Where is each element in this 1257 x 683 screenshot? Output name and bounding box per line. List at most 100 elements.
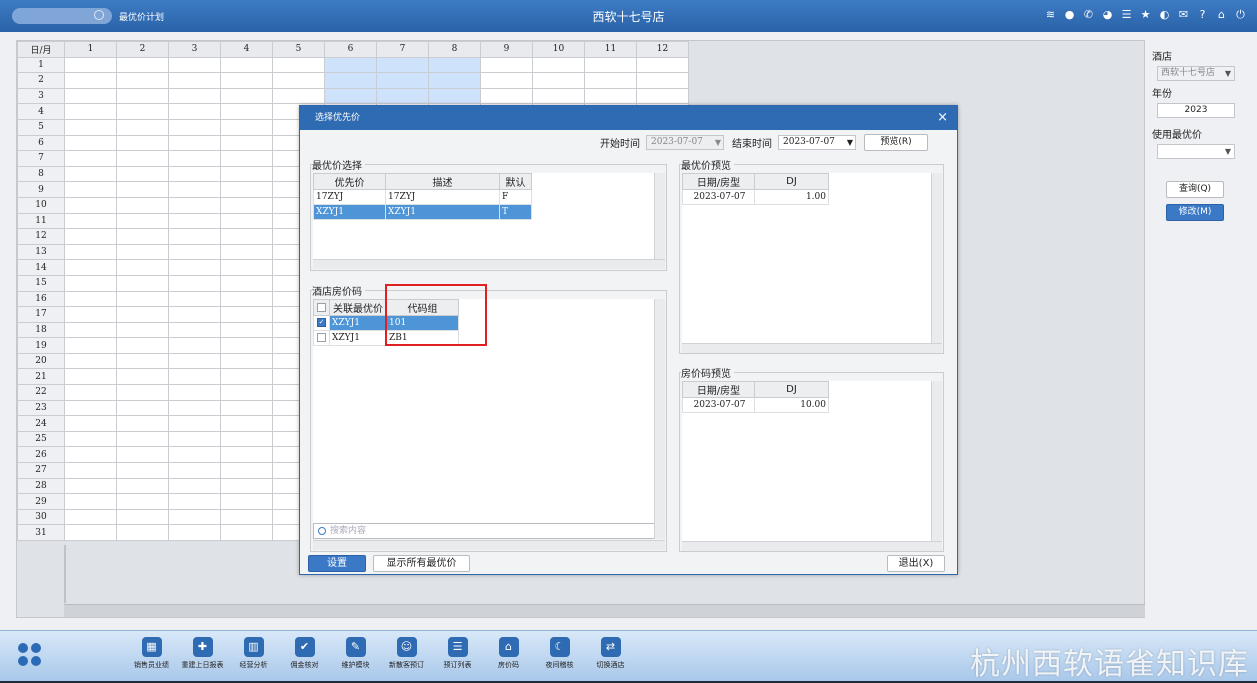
preview-button[interactable]: 预览(R) bbox=[864, 134, 928, 151]
hotel-select[interactable]: 西软十七号店 ▼ bbox=[1157, 66, 1235, 81]
grid-cell[interactable] bbox=[220, 196, 273, 214]
day-header[interactable]: 16 bbox=[17, 290, 65, 308]
wifi-icon[interactable]: ≋ bbox=[1044, 8, 1057, 21]
grid-cell[interactable] bbox=[116, 212, 169, 230]
grid-cell[interactable] bbox=[220, 368, 273, 386]
grid-cell[interactable] bbox=[376, 56, 429, 74]
grid-cell[interactable] bbox=[168, 181, 221, 198]
day-header[interactable]: 23 bbox=[17, 399, 65, 417]
day-header[interactable]: 26 bbox=[17, 446, 65, 464]
month-header[interactable]: 2 bbox=[116, 41, 169, 58]
grid-cell[interactable] bbox=[64, 212, 117, 230]
grid-cell[interactable] bbox=[272, 72, 325, 89]
grid-cell[interactable] bbox=[116, 462, 169, 479]
grid-cell[interactable] bbox=[220, 212, 273, 230]
grid-cell[interactable] bbox=[324, 87, 377, 105]
grid-cell[interactable] bbox=[116, 181, 169, 198]
month-header[interactable]: 12 bbox=[636, 41, 689, 58]
day-header[interactable]: 12 bbox=[17, 228, 65, 245]
grid-cell[interactable] bbox=[64, 290, 117, 308]
message-icon[interactable]: ● bbox=[1063, 8, 1076, 21]
grid-cell[interactable] bbox=[168, 384, 221, 401]
grid-cell[interactable] bbox=[220, 150, 273, 167]
grid-cell[interactable] bbox=[64, 384, 117, 401]
grid-cell[interactable] bbox=[64, 508, 117, 526]
grid-cell[interactable] bbox=[532, 72, 585, 89]
grid-cell[interactable] bbox=[168, 165, 221, 183]
grid-cell[interactable] bbox=[220, 290, 273, 308]
grid-cell[interactable] bbox=[220, 399, 273, 417]
grid-cell[interactable] bbox=[220, 87, 273, 105]
home-icon[interactable]: ⌂ bbox=[1215, 8, 1228, 21]
grid-cell[interactable] bbox=[168, 243, 221, 261]
month-header[interactable]: 5 bbox=[272, 41, 325, 58]
month-header[interactable]: 10 bbox=[532, 41, 585, 58]
grid-cell[interactable] bbox=[116, 56, 169, 74]
grid-cell[interactable] bbox=[116, 259, 169, 276]
grid-cell[interactable] bbox=[64, 118, 117, 136]
grid-cell[interactable] bbox=[220, 477, 273, 495]
grid-cell[interactable] bbox=[220, 134, 273, 152]
grid-cell[interactable] bbox=[220, 181, 273, 198]
grid-cell[interactable] bbox=[220, 384, 273, 401]
grid-cell[interactable] bbox=[220, 446, 273, 464]
grid-cell[interactable] bbox=[64, 306, 117, 323]
table-row-selected[interactable]: XZYJ1 XZYJ1 T bbox=[313, 204, 532, 220]
search-input[interactable]: 搜索内容 bbox=[313, 523, 655, 539]
taskbar-tool[interactable]: ☺ 新散客预订 bbox=[381, 637, 432, 670]
power-icon[interactable]: ⏻ bbox=[1234, 8, 1247, 21]
grid-cell[interactable] bbox=[636, 56, 689, 74]
month-header[interactable]: 3 bbox=[168, 41, 221, 58]
month-header[interactable]: 9 bbox=[480, 41, 533, 58]
grid-cell[interactable] bbox=[64, 337, 117, 354]
grid-cell[interactable] bbox=[116, 87, 169, 105]
grid-cell[interactable] bbox=[584, 87, 637, 105]
taskbar-tool[interactable]: ☾ 夜间稽核 bbox=[534, 637, 585, 670]
grid-cell[interactable] bbox=[168, 306, 221, 323]
grid-cell[interactable] bbox=[584, 72, 637, 89]
grid-cell[interactable] bbox=[64, 103, 117, 120]
grid-cell[interactable] bbox=[480, 56, 533, 74]
grid-cell[interactable] bbox=[168, 196, 221, 214]
day-header[interactable]: 11 bbox=[17, 212, 65, 230]
close-icon[interactable]: × bbox=[937, 106, 948, 130]
grid-cell[interactable] bbox=[64, 134, 117, 152]
grid-cell[interactable] bbox=[168, 415, 221, 432]
app-logo-icon[interactable] bbox=[18, 643, 42, 667]
day-header[interactable]: 9 bbox=[17, 181, 65, 198]
vertical-scrollbar[interactable] bbox=[654, 299, 665, 539]
grid-cell[interactable] bbox=[116, 290, 169, 308]
show-all-best-price-button[interactable]: 显示所有最优价 bbox=[373, 555, 470, 572]
grid-cell[interactable] bbox=[168, 274, 221, 292]
grid-cell[interactable] bbox=[116, 446, 169, 464]
grid-cell[interactable] bbox=[168, 446, 221, 464]
grid-cell[interactable] bbox=[64, 181, 117, 198]
grid-cell[interactable] bbox=[168, 352, 221, 370]
grid-cell[interactable] bbox=[64, 430, 117, 448]
grid-cell[interactable] bbox=[116, 493, 169, 510]
grid-cell[interactable] bbox=[272, 56, 325, 74]
day-header[interactable]: 25 bbox=[17, 430, 65, 448]
grid-cell[interactable] bbox=[116, 430, 169, 448]
end-date-field[interactable]: 2023-07-07 ▼ bbox=[778, 135, 856, 150]
grid-cell[interactable] bbox=[220, 337, 273, 354]
grid-cell[interactable] bbox=[168, 150, 221, 167]
taskbar-tool[interactable]: ✎ 维护模块 bbox=[330, 637, 381, 670]
grid-cell[interactable] bbox=[116, 321, 169, 339]
grid-cell[interactable] bbox=[480, 72, 533, 89]
grid-cell[interactable] bbox=[116, 415, 169, 432]
month-header[interactable]: 6 bbox=[324, 41, 377, 58]
day-header[interactable]: 22 bbox=[17, 384, 65, 401]
grid-cell[interactable] bbox=[116, 134, 169, 152]
grid-cell[interactable] bbox=[168, 56, 221, 74]
grid-cell[interactable] bbox=[116, 228, 169, 245]
grid-cell[interactable] bbox=[532, 56, 585, 74]
day-header[interactable]: 8 bbox=[17, 165, 65, 183]
grid-cell[interactable] bbox=[168, 430, 221, 448]
day-header[interactable]: 28 bbox=[17, 477, 65, 495]
grid-cell[interactable] bbox=[64, 477, 117, 495]
day-header[interactable]: 3 bbox=[17, 87, 65, 105]
day-header[interactable]: 31 bbox=[17, 524, 65, 541]
grid-cell[interactable] bbox=[116, 524, 169, 541]
taskbar-tool[interactable]: ⇄ 切换酒店 bbox=[585, 637, 636, 670]
